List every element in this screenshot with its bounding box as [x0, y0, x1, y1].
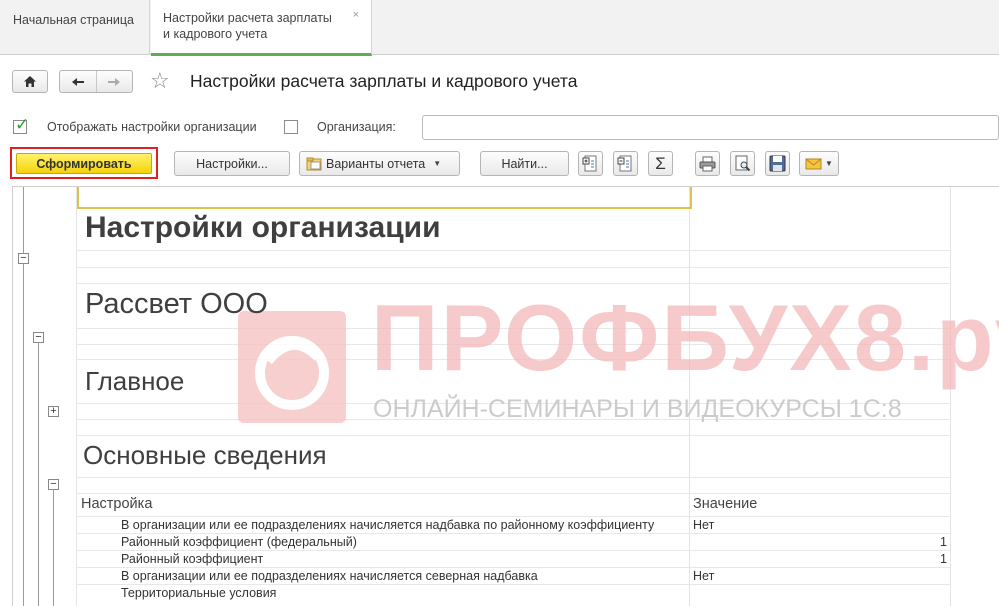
- send-email-button[interactable]: ▼: [799, 151, 839, 176]
- chevron-down-icon: ▼: [433, 159, 442, 168]
- setting-name: Территориальные условия: [121, 586, 277, 600]
- tab-bar: Начальная страница Настройки расчета зар…: [0, 0, 999, 56]
- generate-button-highlight: Сформировать: [10, 147, 158, 179]
- setting-name: Районный коэффициент: [121, 552, 264, 566]
- group-line: [38, 337, 39, 606]
- preview-button[interactable]: [730, 151, 755, 176]
- collapse-groups-button[interactable]: [613, 151, 638, 176]
- group-line: [23, 187, 24, 606]
- print-button[interactable]: [695, 151, 720, 176]
- collapse-group-toggle[interactable]: −: [18, 253, 29, 264]
- forward-button[interactable]: [97, 71, 133, 92]
- watermark-brand: ПРОФБУХ8.ру: [371, 285, 999, 390]
- generate-button[interactable]: Сформировать: [16, 153, 152, 174]
- grid-line: [76, 435, 950, 436]
- grid-line: [76, 533, 950, 534]
- watermark-tagline: ОНЛАЙН-СЕМИНАРЫ И ВИДЕОКУРСЫ 1С:8: [373, 395, 902, 423]
- report-title: Настройки организации: [85, 211, 441, 244]
- expand-groups-button[interactable]: [578, 151, 603, 176]
- tab-active-label-line2: и кадрового учета: [163, 27, 268, 41]
- close-icon[interactable]: ×: [353, 7, 359, 23]
- home-icon: [24, 76, 36, 87]
- column-header-value: Значение: [693, 496, 758, 512]
- report-variants-icon: [306, 157, 322, 170]
- grid-line: [950, 187, 951, 606]
- settings-button-label: Настройки...: [196, 156, 268, 171]
- show-org-settings-checkbox[interactable]: ✓: [13, 115, 29, 134]
- group-line: [53, 487, 54, 606]
- history-nav: [59, 70, 133, 93]
- report-variants-button[interactable]: Варианты отчета ▼: [299, 151, 460, 176]
- arrow-left-icon: [71, 77, 84, 86]
- collapse-group-toggle[interactable]: −: [33, 332, 44, 343]
- tab-home[interactable]: Начальная страница: [0, 0, 150, 55]
- grid-line: [76, 550, 950, 551]
- preview-icon: [735, 155, 751, 172]
- grid-line: [76, 477, 950, 478]
- find-button-label: Найти...: [501, 156, 548, 171]
- save-icon: [769, 155, 786, 172]
- expand-group-toggle[interactable]: +: [48, 406, 59, 417]
- grid-line: [76, 516, 950, 517]
- setting-value: Нет: [693, 518, 715, 532]
- grid-line: [76, 584, 950, 585]
- tab-home-label: Начальная страница: [13, 13, 134, 27]
- organization-name: Рассвет ООО: [85, 288, 268, 320]
- section-heading: Главное: [85, 366, 185, 396]
- expand-groups-icon: [582, 155, 597, 172]
- settings-button[interactable]: Настройки...: [174, 151, 290, 176]
- collapse-groups-icon: [617, 155, 632, 172]
- tab-salary-settings[interactable]: Настройки расчета зарплаты и кадрового у…: [151, 0, 372, 56]
- watermark-logo-icon: [255, 336, 329, 410]
- show-org-settings-label: Отображать настройки организации: [47, 120, 257, 134]
- grid-line: [76, 567, 950, 568]
- tab-active-label-line1: Настройки расчета зарплаты: [163, 11, 332, 25]
- grid-line: [76, 493, 950, 494]
- column-header-setting: Настройка: [81, 496, 153, 512]
- report-spreadsheet[interactable]: − − + − ПРОФБУХ8.ру ОНЛАЙН-СЕМИНАРЫ И ВИ…: [12, 186, 999, 606]
- checkmark-icon: ✓: [15, 115, 30, 134]
- setting-name: В организации или ее подразделениях начи…: [121, 569, 538, 583]
- organization-checkbox[interactable]: [284, 120, 298, 134]
- grid-line: [76, 250, 950, 251]
- home-button[interactable]: [12, 70, 48, 93]
- setting-name: Районный коэффициент (федеральный): [121, 535, 357, 549]
- collapse-group-toggle[interactable]: −: [48, 479, 59, 490]
- sum-icon: Σ: [655, 153, 666, 173]
- back-button[interactable]: [60, 71, 97, 92]
- save-button[interactable]: [765, 151, 790, 176]
- organization-field[interactable]: [422, 115, 999, 140]
- setting-number: 1: [940, 552, 947, 566]
- page-title: Настройки расчета зарплаты и кадрового у…: [190, 71, 578, 91]
- organization-label: Организация:: [317, 120, 396, 134]
- setting-value: Нет: [693, 569, 715, 583]
- selected-cell[interactable]: [77, 187, 692, 209]
- subsection-heading: Основные сведения: [83, 440, 327, 470]
- email-icon: [805, 158, 822, 170]
- find-button[interactable]: Найти...: [480, 151, 569, 176]
- chevron-down-icon: ▼: [825, 159, 833, 168]
- setting-name: В организации или ее подразделениях начи…: [121, 518, 655, 532]
- grid-line: [76, 267, 950, 268]
- sum-button[interactable]: Σ: [648, 151, 673, 176]
- report-variants-label: Варианты отчета: [326, 156, 426, 171]
- setting-number: 1: [940, 535, 947, 549]
- watermark-logo: [238, 311, 346, 423]
- favorite-star-icon[interactable]: ☆: [150, 68, 170, 94]
- arrow-right-icon: [108, 77, 121, 86]
- print-icon: [699, 156, 716, 172]
